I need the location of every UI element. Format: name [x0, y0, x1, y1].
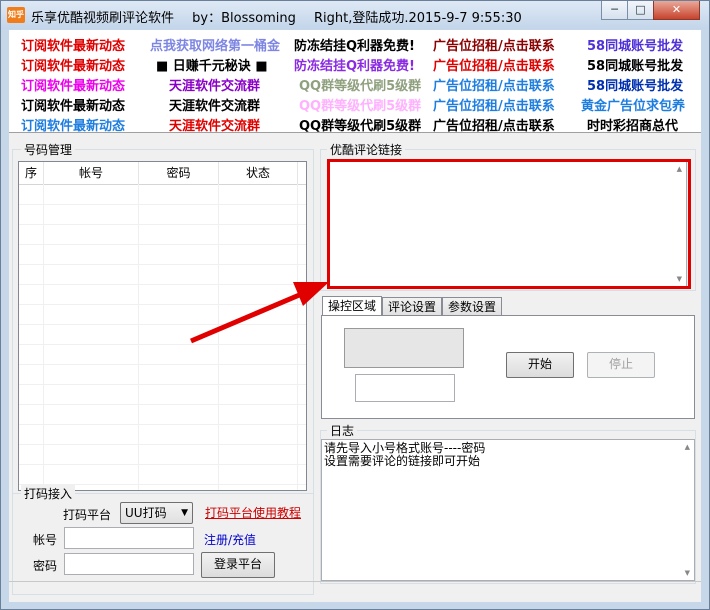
arrow-head-icon [293, 282, 329, 306]
arrow-line [190, 290, 305, 344]
annotation-arrow [190, 282, 329, 344]
app-window: 知乎 乐享优酷视频刷评论软件 by：Blossoming Right,登陆成功.… [0, 0, 710, 610]
